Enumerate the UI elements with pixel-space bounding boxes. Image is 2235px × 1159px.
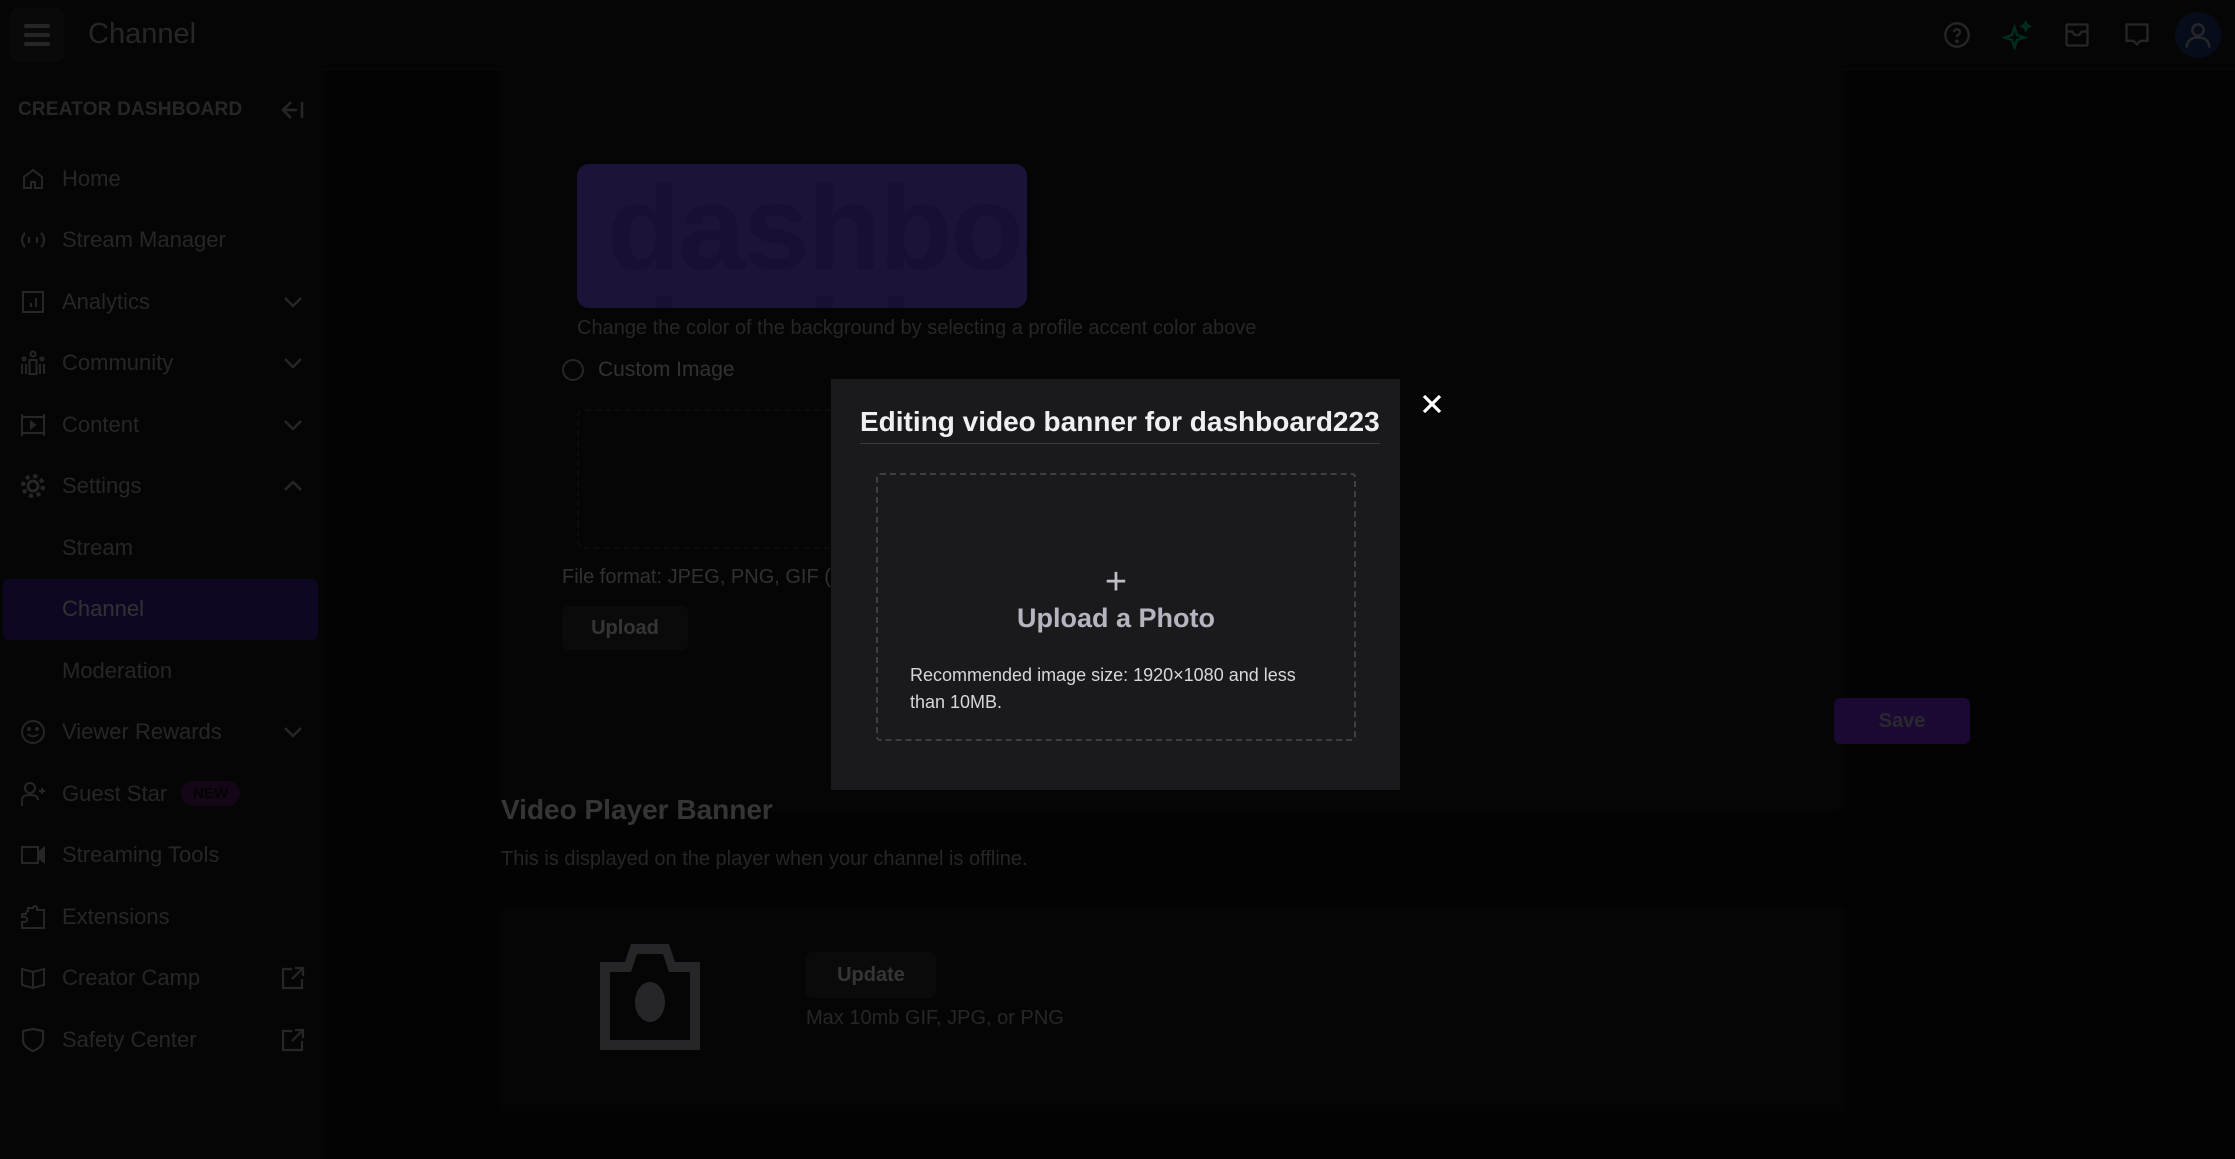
edit-video-banner-modal: Editing video banner for dashboard223 + … bbox=[831, 379, 1400, 790]
modal-title: Editing video banner for dashboard223 bbox=[860, 406, 1380, 444]
plus-icon: + bbox=[1104, 561, 1128, 603]
close-icon bbox=[1422, 394, 1442, 414]
upload-photo-dropzone[interactable]: + Upload a Photo Recommended image size:… bbox=[876, 473, 1356, 741]
close-modal-button[interactable] bbox=[1416, 388, 1448, 420]
recommended-size-text: Recommended image size: 1920×1080 and le… bbox=[910, 665, 1296, 712]
upload-photo-label: Upload a Photo bbox=[1017, 603, 1215, 633]
